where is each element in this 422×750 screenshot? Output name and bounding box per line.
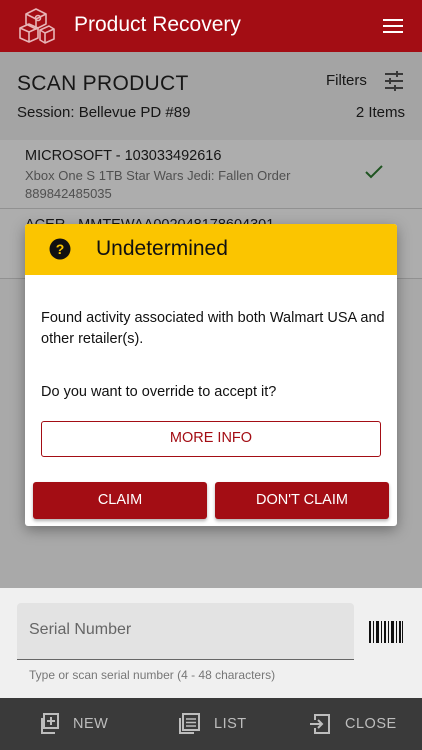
dialog-title: Undetermined (96, 237, 228, 260)
add-box-icon (41, 713, 59, 734)
app-title: Product Recovery (74, 13, 241, 36)
dialog-question: Do you want to override to accept it? (41, 384, 277, 400)
svg-text:?: ? (56, 241, 65, 257)
serial-input-area: Serial Number Type or scan serial number… (0, 588, 422, 698)
hamburger-menu-icon[interactable] (382, 16, 404, 36)
bottom-navigation: NEW LIST CLOSE (0, 698, 422, 750)
close-label: CLOSE (345, 716, 397, 732)
new-label: NEW (73, 716, 109, 732)
app-bar: Product Recovery (0, 0, 422, 52)
claim-button[interactable]: CLAIM (33, 482, 207, 519)
serial-number-input[interactable]: Serial Number (17, 603, 354, 660)
serial-helper-text: Type or scan serial number (4 - 48 chara… (29, 668, 276, 682)
list-icon (179, 713, 200, 734)
more-info-button[interactable]: MORE INFO (41, 421, 381, 457)
exit-icon (310, 714, 330, 734)
new-button[interactable]: NEW (37, 698, 108, 750)
list-button[interactable]: LIST (178, 698, 247, 750)
close-button[interactable]: CLOSE (309, 698, 397, 750)
help-circle-icon: ? (49, 238, 71, 260)
boxes-logo-icon (19, 8, 55, 44)
dialog-header: ? Undetermined (25, 224, 397, 275)
dont-claim-button[interactable]: DON'T CLAIM (215, 482, 389, 519)
dialog-message: Found activity associated with both Walm… (41, 310, 385, 347)
barcode-scan-icon[interactable] (369, 621, 403, 643)
undetermined-dialog: ? Undetermined Found activity associated… (25, 224, 397, 526)
list-label: LIST (214, 716, 247, 732)
serial-placeholder: Serial Number (29, 621, 132, 638)
